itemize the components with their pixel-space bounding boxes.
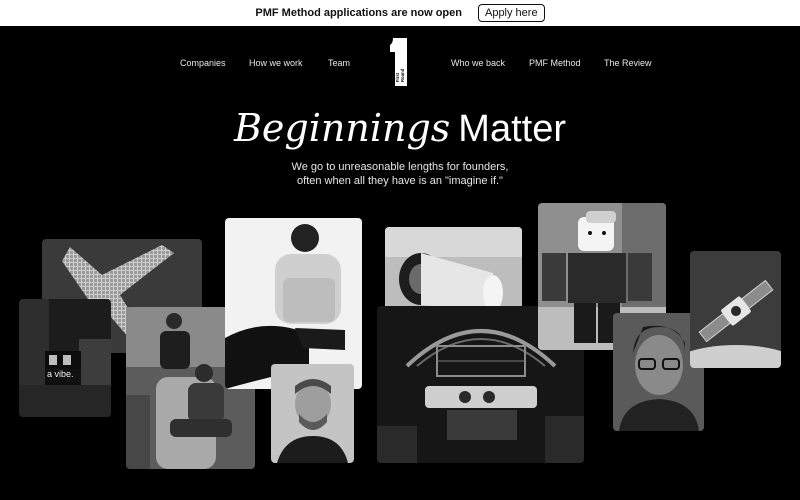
first-round-logo[interactable]: First Round (389, 38, 411, 86)
photo-lens-device (385, 227, 522, 317)
hero-subtitle-line-2: often when all they have is an "imagine … (297, 175, 503, 187)
announcement-banner: PMF Method applications are now open App… (0, 0, 800, 26)
photo-satellite (690, 251, 781, 368)
apply-here-button[interactable]: Apply here (477, 4, 545, 22)
logo-text-round: Round (400, 68, 405, 82)
street-sign-text: a vibe. (47, 369, 74, 379)
photo-street-sign: a vibe. (19, 299, 111, 417)
nav-item-companies[interactable]: Companies (180, 58, 226, 68)
hero-title-regular: Matter (458, 108, 566, 150)
photo-bearded-man (271, 364, 354, 463)
hero-subtitle-line-1: We go to unreasonable lengths for founde… (291, 161, 509, 173)
nav-item-who-we-back[interactable]: Who we back (451, 58, 505, 68)
nav-item-the-review[interactable]: The Review (604, 58, 652, 68)
banner-text: PMF Method applications are now open (255, 7, 462, 19)
nav-item-team[interactable]: Team (328, 58, 350, 68)
nav-item-how-we-work[interactable]: How we work (249, 58, 303, 68)
hero-title: Beginnings Matter (0, 104, 800, 153)
nav-item-pmf-method[interactable]: PMF Method (529, 58, 581, 68)
hero-title-italic: Beginnings (234, 106, 451, 150)
